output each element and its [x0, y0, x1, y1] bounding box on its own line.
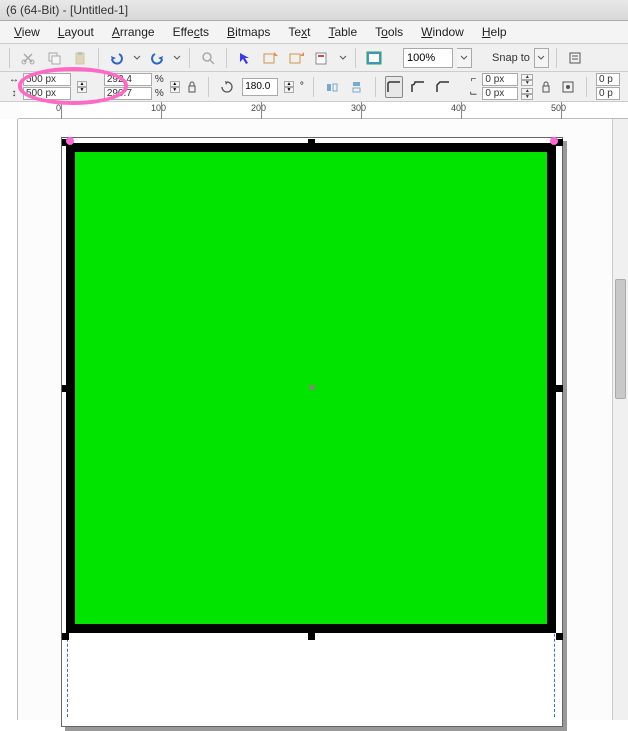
ruler-vertical[interactable] — [0, 119, 18, 720]
ruler-tick-label: 100 — [151, 103, 166, 113]
publish-button[interactable] — [312, 47, 334, 69]
height-icon: ↕ — [8, 88, 20, 99]
snap-dropdown[interactable] — [534, 48, 549, 68]
scallop-corner-button[interactable] — [409, 76, 428, 98]
width-input[interactable]: 500 px — [23, 73, 71, 86]
undo-button[interactable] — [106, 47, 128, 69]
ruler-tick-label: 500 — [551, 103, 566, 113]
property-bar: ↔ 500 px ↕ 500 px ▲▼ 292.4% 290.7% ▲▼ 18… — [0, 72, 628, 102]
width-icon: ↔ — [8, 74, 20, 85]
separator — [9, 48, 10, 68]
titlebar: (6 (64-Bit) - [Untitled-1] — [0, 0, 628, 21]
separator — [98, 48, 99, 68]
height-input[interactable]: 500 px — [23, 87, 71, 100]
rotation-input[interactable]: 180.0 — [242, 78, 278, 96]
undo-dropdown[interactable] — [132, 47, 142, 69]
mirror-h-button[interactable] — [323, 76, 342, 98]
cut-button[interactable] — [17, 47, 39, 69]
corner-lock-button[interactable] — [539, 80, 552, 94]
scale-spinner[interactable]: ▲▼ — [170, 81, 180, 93]
zoom-dropdown[interactable] — [457, 48, 472, 68]
menu-view[interactable]: View — [14, 25, 40, 39]
selection-handle[interactable] — [62, 385, 69, 392]
publish-dropdown[interactable] — [338, 47, 348, 69]
export-button[interactable] — [286, 47, 308, 69]
rotate-icon — [218, 76, 237, 98]
scrollbar-thumb[interactable] — [615, 279, 626, 399]
menubar: View Layout Arrange Effects Bitmaps Text… — [0, 21, 628, 44]
selection-handle[interactable] — [308, 633, 315, 640]
search-button[interactable] — [197, 47, 219, 69]
import-button[interactable] — [260, 47, 282, 69]
menu-text[interactable]: Text — [288, 25, 310, 39]
separator — [586, 77, 587, 97]
corner-w-input[interactable]: 0 px — [482, 73, 518, 86]
relative-corner-button[interactable] — [559, 76, 578, 98]
menu-tools[interactable]: Tools — [375, 25, 403, 39]
selection-handle[interactable] — [62, 633, 69, 640]
chamfer-corner-button[interactable] — [434, 76, 453, 98]
vertical-scrollbar[interactable] — [612, 119, 628, 720]
menu-layout[interactable]: Layout — [58, 25, 94, 39]
separator — [313, 77, 314, 97]
corner-bl-icon: ⌙ — [467, 88, 479, 99]
rotation-handle[interactable] — [550, 137, 558, 145]
round-corner-button[interactable] — [385, 76, 404, 98]
right-val2[interactable]: 0 p — [596, 87, 620, 100]
options-button[interactable] — [564, 47, 586, 69]
object-size-box: ↔ 500 px ↕ 500 px — [8, 73, 71, 100]
standard-toolbar: 100% Snap to — [0, 44, 628, 72]
separator — [189, 48, 190, 68]
menu-help[interactable]: Help — [482, 25, 507, 39]
canvas-area: 0 100 200 300 400 500 ✕ — [0, 102, 628, 720]
zoom-input[interactable]: 100% — [403, 48, 453, 68]
ruler-horizontal[interactable]: 0 100 200 300 400 500 — [18, 102, 628, 119]
menu-bitmaps[interactable]: Bitmaps — [227, 25, 270, 39]
title-text: (6 (64-Bit) - [Untitled-1] — [6, 3, 128, 17]
lock-ratio-button[interactable] — [186, 80, 199, 94]
corner-h-input[interactable]: 0 px — [482, 87, 518, 100]
separator — [375, 77, 376, 97]
paste-button[interactable] — [69, 47, 91, 69]
ruler-tick-label: 200 — [251, 103, 266, 113]
rotation-handle[interactable] — [66, 137, 74, 145]
rotation-spinner[interactable]: ▲▼ — [284, 81, 294, 93]
scale-y-input[interactable]: 290.7 — [104, 87, 152, 100]
arrow-button[interactable] — [234, 47, 256, 69]
mirror-v-button[interactable] — [347, 76, 366, 98]
fullscreen-button[interactable] — [363, 47, 385, 69]
copy-button[interactable] — [43, 47, 65, 69]
redo-button[interactable] — [146, 47, 168, 69]
redo-dropdown[interactable] — [172, 47, 182, 69]
menu-window[interactable]: Window — [421, 25, 464, 39]
separator — [226, 48, 227, 68]
scale-box: 292.4% 290.7% — [104, 73, 164, 100]
corner-tl-icon: ⌐ — [467, 74, 479, 85]
corner-box: ⌐0 px▲▼ ⌙0 px▲▼ — [467, 73, 533, 100]
selection-handle[interactable] — [556, 633, 563, 640]
ruler-tick-label: 300 — [351, 103, 366, 113]
selection-handle[interactable] — [556, 385, 563, 392]
percent-label: % — [155, 88, 164, 99]
selection-handle[interactable] — [308, 139, 315, 146]
size-spinner[interactable]: ▲▼ — [77, 81, 87, 93]
center-marker: ✕ — [308, 385, 316, 393]
snap-label: Snap to — [492, 52, 530, 64]
separator — [355, 48, 356, 68]
percent-label: % — [155, 74, 164, 85]
workarea[interactable]: ✕ — [18, 119, 628, 720]
scale-x-input[interactable]: 292.4 — [104, 73, 152, 86]
menu-table[interactable]: Table — [328, 25, 357, 39]
menu-effects[interactable]: Effects — [173, 25, 209, 39]
menu-arrange[interactable]: Arrange — [112, 25, 155, 39]
ruler-tick-label: 400 — [451, 103, 466, 113]
separator — [556, 48, 557, 68]
separator — [208, 77, 209, 97]
right-val1[interactable]: 0 p — [596, 73, 620, 86]
corner-spinner[interactable]: ▲▼ — [521, 74, 533, 86]
degree-label: ° — [300, 81, 304, 92]
right-box: 0 p 0 p — [596, 73, 620, 100]
corner-spinner[interactable]: ▲▼ — [521, 88, 533, 100]
